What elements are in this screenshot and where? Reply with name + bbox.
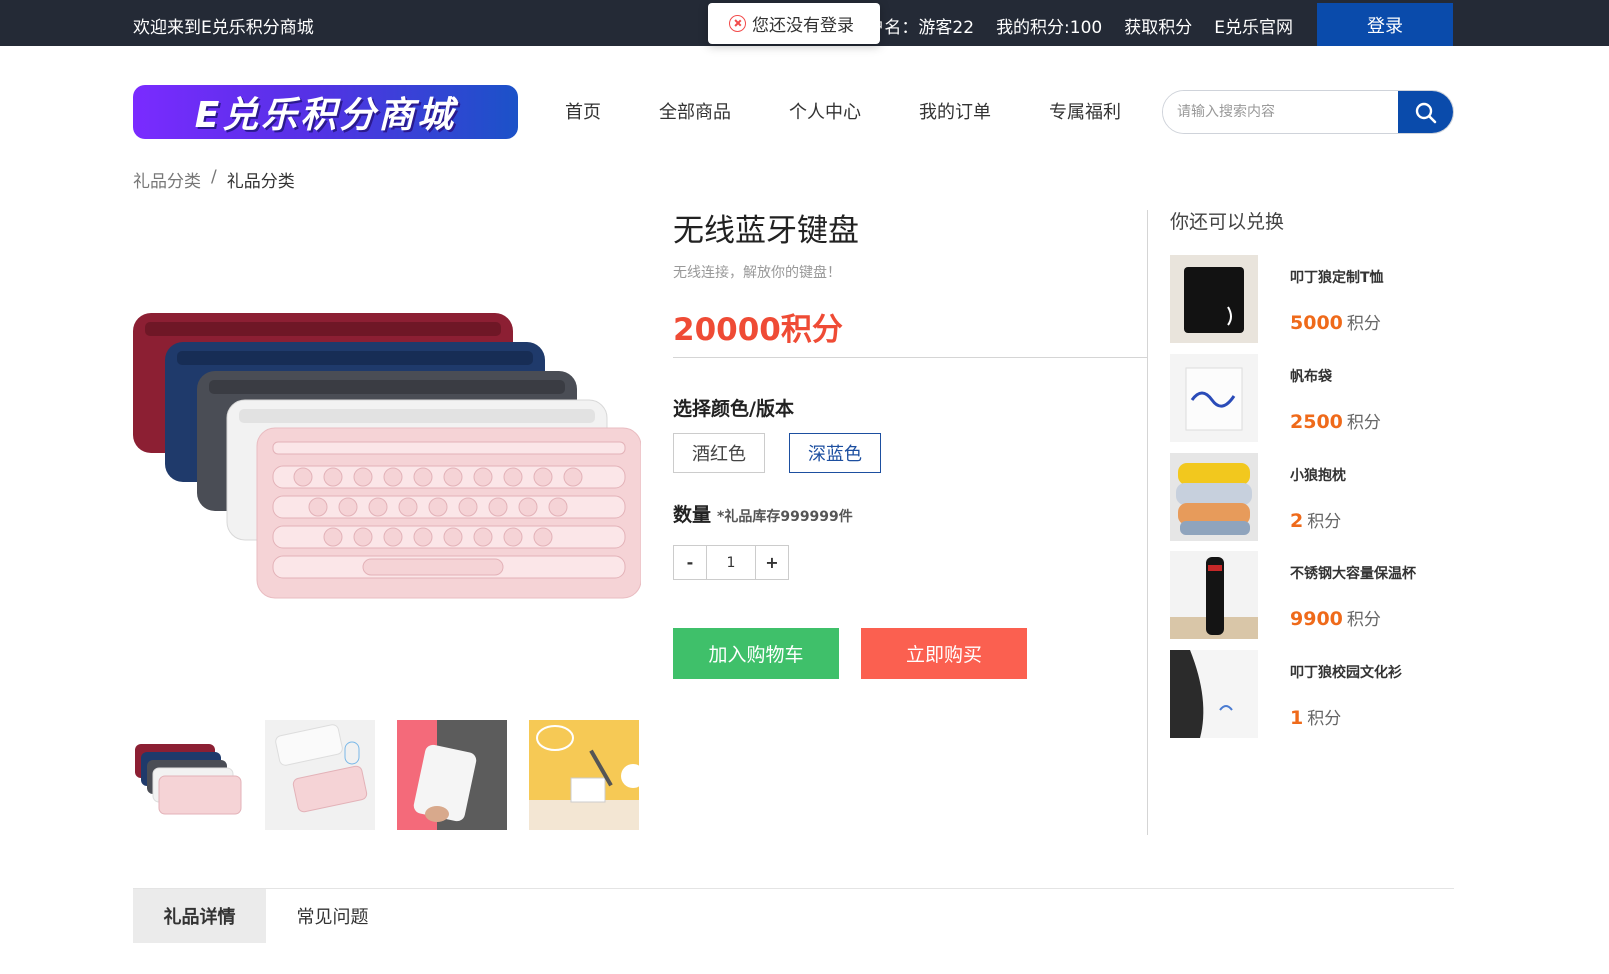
username-label: 户名：游客22: [867, 18, 975, 38]
options-title: 选择颜色/版本: [673, 398, 794, 420]
thumbnail-white-keyboard[interactable]: [265, 720, 375, 830]
site-logo[interactable]: E兑乐积分商城: [133, 85, 518, 139]
error-circle-icon: [729, 15, 746, 32]
search-icon: [1415, 102, 1436, 124]
sidebar-item-price: 1 积分: [1290, 707, 1342, 729]
culture-shirt-image: [1170, 650, 1258, 738]
sidebar-item-price: 2500 积分: [1290, 411, 1381, 433]
product-divider: [673, 357, 1147, 358]
pillow-image: [1170, 453, 1258, 541]
my-points-link[interactable]: 我的积分:100: [996, 13, 1102, 38]
breadcrumb-separator: /: [211, 167, 217, 187]
logo-text: E兑乐积分商城: [194, 95, 457, 136]
thumbnail-hand-holding[interactable]: [397, 720, 507, 830]
sidebar-title: 你还可以兑换: [1170, 211, 1285, 233]
sidebar-item-name: 叩丁狼定制T恤: [1290, 270, 1384, 286]
quantity-input[interactable]: [706, 546, 756, 579]
product-subtitle: 无线连接，解放你的键盘！: [673, 265, 841, 281]
sidebar-item-tshirt[interactable]: 叩丁狼定制T恤 5000 积分: [1170, 255, 1454, 343]
quantity-title: 数量: [673, 504, 712, 526]
search-box: [1162, 90, 1454, 134]
user-links: 户名：游客22 我的积分:100 获取积分 E兑乐官网: [867, 13, 1293, 38]
breadcrumb: 礼品分类 / 礼品分类: [133, 167, 295, 192]
canvas-bag-image: [1170, 354, 1258, 442]
nav-exclusive-benefits[interactable]: 专属福利: [1049, 98, 1121, 124]
nav-all-products[interactable]: 全部商品: [659, 98, 731, 124]
stock-note: *礼品库存999999件: [717, 509, 853, 525]
sidebar-item-name: 小狼抱枕: [1290, 468, 1346, 484]
tshirt-image: [1170, 255, 1258, 343]
login-button[interactable]: 登录: [1317, 3, 1453, 46]
tab-faq[interactable]: 常见问题: [266, 889, 399, 943]
thermos-image: [1170, 551, 1258, 639]
official-site-link[interactable]: E兑乐官网: [1214, 13, 1293, 38]
add-to-cart-button[interactable]: 加入购物车: [673, 628, 839, 679]
thumbnail-desk-scene[interactable]: [529, 720, 639, 830]
earn-points-link[interactable]: 获取积分: [1124, 13, 1192, 38]
buy-now-button[interactable]: 立即购买: [861, 628, 1027, 679]
sidebar-item-pillow[interactable]: 小狼抱枕 2 积分: [1170, 453, 1454, 541]
nav-personal-center[interactable]: 个人中心: [789, 98, 861, 124]
hand-holding-keyboard-image: [397, 720, 507, 830]
sidebar-item-thermos[interactable]: 不锈钢大容量保温杯 9900 积分: [1170, 551, 1454, 639]
option-wine-red[interactable]: 酒红色: [673, 433, 765, 473]
sidebar-item-price: 9900 积分: [1290, 608, 1381, 630]
main-nav: 首页 全部商品 个人中心 我的订单 专属福利: [565, 98, 1121, 124]
product-price: 20000积分: [673, 312, 843, 348]
quantity-plus-button[interactable]: +: [756, 546, 788, 579]
white-keyboard-image: [265, 720, 375, 830]
sidebar-item-name: 不锈钢大容量保温杯: [1290, 566, 1416, 582]
sidebar-divider: [1147, 210, 1148, 835]
sidebar-item-canvas-bag[interactable]: 帆布袋 2500 积分: [1170, 354, 1454, 442]
desk-scene-image: [529, 720, 639, 830]
welcome-text: 欢迎来到E兑乐积分商城: [133, 18, 314, 38]
breadcrumb-parent[interactable]: 礼品分类: [133, 167, 201, 192]
product-title: 无线蓝牙键盘: [673, 213, 859, 249]
search-button[interactable]: [1398, 91, 1453, 133]
sidebar-item-price: 5000 积分: [1290, 312, 1381, 334]
tab-gift-details[interactable]: 礼品详情: [133, 889, 266, 943]
toast-message: 您还没有登录: [752, 16, 854, 36]
sidebar-item-price: 2 积分: [1290, 510, 1342, 532]
nav-home[interactable]: 首页: [565, 98, 601, 124]
thumbnail-strip: [133, 720, 639, 830]
quantity-stepper: - +: [673, 545, 789, 580]
thumbnail-keyboards-stack[interactable]: [133, 720, 243, 830]
product-main-image: [133, 313, 641, 599]
option-dark-blue[interactable]: 深蓝色: [789, 433, 881, 473]
product-info: 无线蓝牙键盘 无线连接，解放你的键盘！ 20000积分: [673, 205, 1147, 349]
not-logged-in-toast: 您还没有登录: [708, 3, 880, 44]
search-input[interactable]: [1163, 91, 1398, 133]
sidebar-item-culture-shirt[interactable]: 叩丁狼校园文化衫 1 积分: [1170, 650, 1454, 738]
sidebar-item-name: 帆布袋: [1290, 369, 1332, 385]
keyboards-stack-image: [133, 720, 243, 830]
sidebar-item-name: 叩丁狼校园文化衫: [1290, 665, 1402, 681]
quantity-title-row: 数量 *礼品库存999999件: [673, 500, 853, 527]
nav-my-orders[interactable]: 我的订单: [919, 98, 991, 124]
quantity-minus-button[interactable]: -: [674, 546, 706, 579]
breadcrumb-current: 礼品分类: [226, 172, 295, 192]
